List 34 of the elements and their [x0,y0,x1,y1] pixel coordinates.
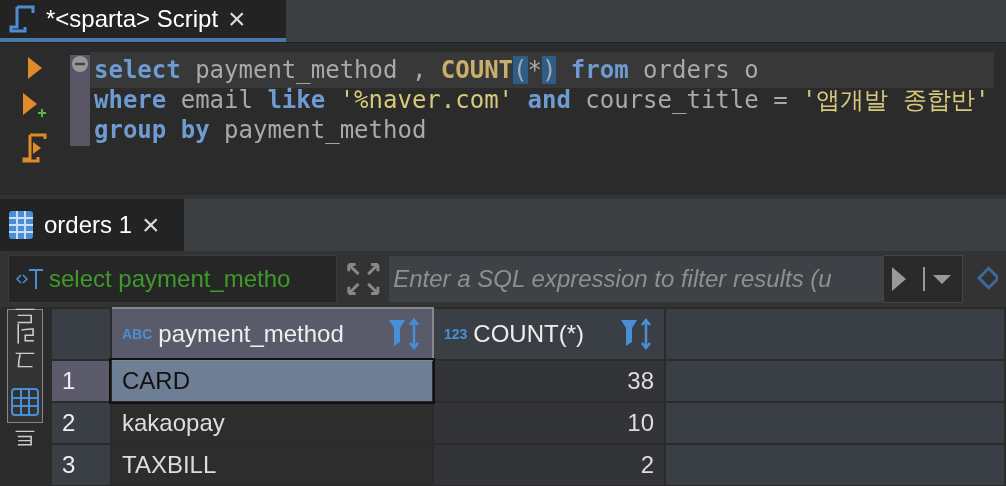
query-text-field[interactable]: select payment_metho [8,255,337,303]
filter-sort-icon[interactable] [620,318,654,350]
type-label: ABC [122,326,153,342]
text-icon [15,267,45,291]
row-number[interactable]: 3 [51,444,111,486]
table-icon [8,210,34,240]
fold-icon[interactable] [71,55,89,73]
script-tab[interactable]: *<sparta> Script × [0,0,286,42]
script-icon [8,5,36,33]
table-cell: 38 [433,360,665,402]
type-label: 123 [444,326,468,342]
run-icon[interactable] [28,57,42,79]
column-header[interactable]: 123 COUNT(*) [433,308,665,360]
row-number[interactable]: 2 [51,402,111,444]
table-cell: TAXBILL [111,444,433,486]
table-cell: CARD [111,360,433,402]
grid-view-tab[interactable]: 그리드 [7,309,43,423]
grid-icon [11,388,39,416]
close-icon[interactable]: × [142,210,160,240]
table-cell: 2 [433,444,665,486]
code-line: group by payment_method [93,115,428,146]
results-tab[interactable]: orders 1 × [0,199,184,251]
table-cell: 10 [433,402,665,444]
apply-filter-icon[interactable] [892,267,907,291]
filter-input-field[interactable]: Enter a SQL expression to filter results (u [389,256,883,302]
run-new-tab-icon[interactable] [23,93,47,119]
dropdown-icon[interactable] [923,267,954,291]
table-cell: kakaopay [111,402,433,444]
grid-view-tab[interactable]: 트 [7,431,43,467]
column-header[interactable]: ABC payment_method [111,308,433,360]
close-icon[interactable]: × [228,4,246,34]
row-number[interactable]: 1 [51,360,111,402]
code-line: where email like '%naver.com' and course_title = '앱개발 종합반' [93,85,991,116]
execute-script-icon[interactable] [22,133,48,163]
